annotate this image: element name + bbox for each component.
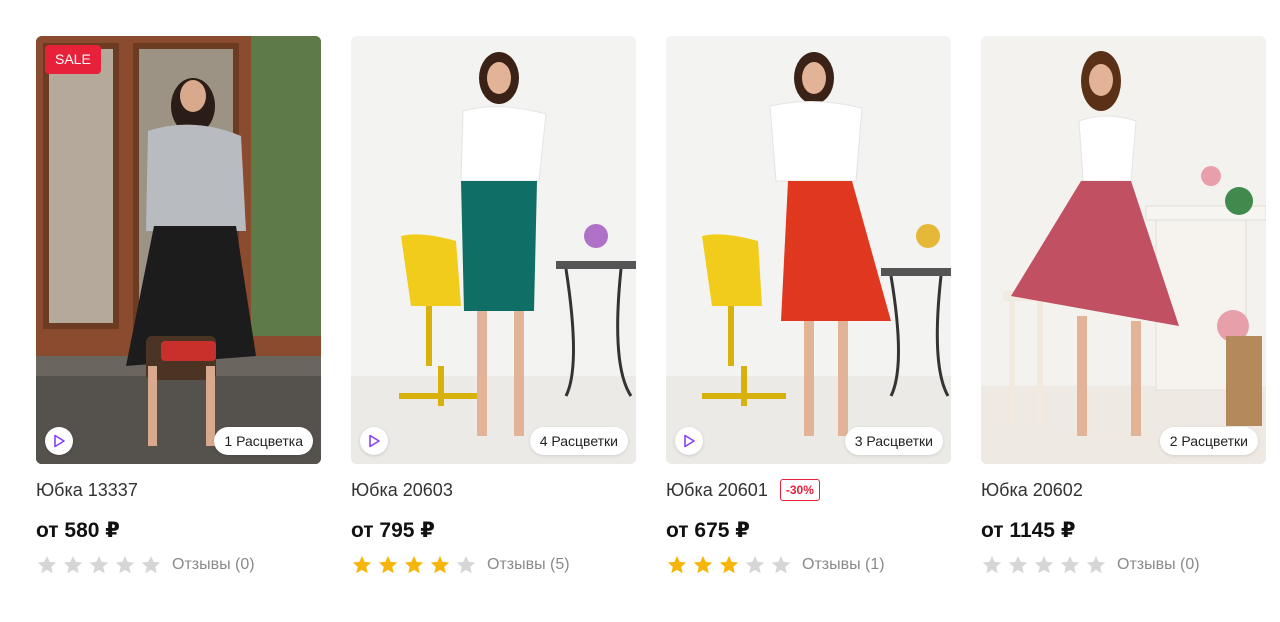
star-filled-icon <box>693 555 713 574</box>
product-title[interactable]: Юбка 13337 <box>36 480 138 501</box>
product-card[interactable]: SALE 1 Расцветка Юбка 13337 от 580 ₽ Отз… <box>36 36 321 576</box>
star-empty-icon <box>115 555 135 574</box>
star-empty-icon <box>982 555 1002 574</box>
product-grid: SALE 1 Расцветка Юбка 13337 от 580 ₽ Отз… <box>36 36 1266 576</box>
play-video-button[interactable] <box>360 427 388 455</box>
star-empty-icon <box>456 555 476 574</box>
play-video-button[interactable] <box>45 427 73 455</box>
star-rating <box>981 554 1107 576</box>
product-card[interactable]: 4 Расцветки Юбка 20603 от 795 ₽ Отзывы (… <box>351 36 636 576</box>
star-filled-icon <box>352 555 372 574</box>
product-image <box>36 36 321 464</box>
color-variants-badge[interactable]: 2 Расцветки <box>1159 427 1258 455</box>
product-title[interactable]: Юбка 20602 <box>981 480 1083 501</box>
star-empty-icon <box>89 555 109 574</box>
star-empty-icon <box>745 555 765 574</box>
product-image <box>981 36 1266 464</box>
reviews-link[interactable]: Отзывы (1) <box>802 556 885 574</box>
rating-row: Отзывы (1) <box>666 554 951 576</box>
play-video-button[interactable] <box>675 427 703 455</box>
product-image <box>351 36 636 464</box>
product-card[interactable]: 3 Расцветки Юбка 20601 -30% от 675 ₽ Отз… <box>666 36 951 576</box>
reviews-link[interactable]: Отзывы (0) <box>172 556 255 574</box>
reviews-link[interactable]: Отзывы (0) <box>1117 556 1200 574</box>
product-price: от 1145 ₽ <box>981 519 1076 542</box>
product-image <box>666 36 951 464</box>
star-rating <box>36 554 162 576</box>
product-photo[interactable]: SALE 1 Расцветка <box>36 36 321 464</box>
color-variants-badge[interactable]: 1 Расцветка <box>214 427 313 455</box>
product-photo[interactable]: 2 Расцветки <box>981 36 1266 464</box>
star-filled-icon <box>404 555 424 574</box>
star-filled-icon <box>378 555 398 574</box>
product-title[interactable]: Юбка 20603 <box>351 480 453 501</box>
star-empty-icon <box>1008 555 1028 574</box>
star-empty-icon <box>1034 555 1054 574</box>
product-photo[interactable]: 3 Расцветки <box>666 36 951 464</box>
product-price: от 675 ₽ <box>666 519 750 542</box>
color-variants-badge[interactable]: 4 Расцветки <box>529 427 628 455</box>
product-price: от 795 ₽ <box>351 519 435 542</box>
star-empty-icon <box>1060 555 1080 574</box>
star-empty-icon <box>771 555 791 574</box>
sale-badge: SALE <box>45 45 101 74</box>
product-card[interactable]: 2 Расцветки Юбка 20602 от 1145 ₽ Отзывы … <box>981 36 1266 576</box>
product-title[interactable]: Юбка 20601 <box>666 480 768 501</box>
star-empty-icon <box>63 555 83 574</box>
star-filled-icon <box>719 555 739 574</box>
play-icon <box>369 434 380 448</box>
reviews-link[interactable]: Отзывы (5) <box>487 556 570 574</box>
star-filled-icon <box>430 555 450 574</box>
rating-row: Отзывы (0) <box>981 554 1266 576</box>
play-icon <box>54 434 65 448</box>
star-empty-icon <box>37 555 57 574</box>
product-photo[interactable]: 4 Расцветки <box>351 36 636 464</box>
rating-row: Отзывы (0) <box>36 554 321 576</box>
product-price: от 580 ₽ <box>36 519 120 542</box>
star-empty-icon <box>1086 555 1106 574</box>
play-icon <box>684 434 695 448</box>
rating-row: Отзывы (5) <box>351 554 636 576</box>
color-variants-badge[interactable]: 3 Расцветки <box>844 427 943 455</box>
star-filled-icon <box>667 555 687 574</box>
star-rating <box>351 554 477 576</box>
star-rating <box>666 554 792 576</box>
star-empty-icon <box>141 555 161 574</box>
discount-badge: -30% <box>779 479 820 501</box>
